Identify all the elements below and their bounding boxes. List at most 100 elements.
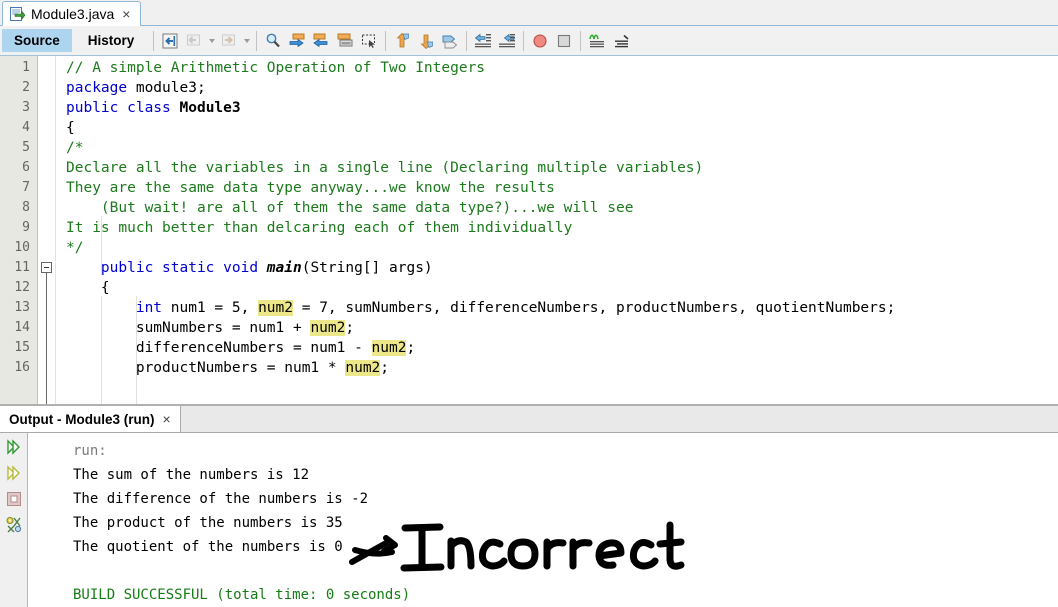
code-token: ; — [345, 320, 355, 336]
tab-source[interactable]: Source — [2, 28, 72, 53]
netbeans-ide-window: Module3.java × Source History 1 2 3 4 5 … — [0, 0, 1058, 607]
code-line[interactable]: public class Module3 — [56, 98, 1058, 118]
line-number: 9 — [22, 220, 30, 235]
stop-process-icon[interactable] — [4, 489, 24, 509]
back-icon[interactable] — [183, 30, 205, 52]
line-number: 12 — [14, 280, 30, 295]
code-token: They are the same data type anyway...we … — [66, 180, 555, 196]
code-token: It is much better than delcaring each of… — [66, 220, 573, 236]
code-fold-column — [38, 56, 56, 404]
code-line[interactable]: Declare all the variables in a single li… — [56, 158, 1058, 178]
toolbar-group-comment — [586, 30, 632, 52]
green-squiggle-icon[interactable] — [586, 30, 608, 52]
code-token: sumNumbers = num1 + — [66, 320, 311, 336]
line-number: 3 — [22, 100, 30, 115]
output-tab-label: Output - Module3 (run) — [9, 411, 155, 427]
code-line[interactable]: sumNumbers = num1 + num2; — [56, 318, 1058, 338]
view-tabs: Source History — [0, 26, 148, 55]
shift-line-right-icon[interactable] — [496, 30, 518, 52]
shift-line-left-icon[interactable] — [472, 30, 494, 52]
find-next-icon[interactable] — [310, 30, 332, 52]
uncomment-lines-icon[interactable] — [610, 30, 632, 52]
line-number: 16 — [14, 360, 30, 375]
line-number: 8 — [22, 200, 30, 215]
output-sidebar — [0, 433, 28, 607]
line-number: 2 — [22, 80, 30, 95]
line-number-gutter: 1 2 3 4 5 6 7 8 9 10 11 12 13 14 15 16 — [0, 56, 38, 404]
code-token: Module3 — [179, 100, 241, 116]
line-number: 14 — [14, 320, 30, 335]
indent-guide — [101, 296, 102, 404]
back-dropdown-icon[interactable] — [207, 30, 216, 52]
next-bookmark-icon[interactable] — [415, 30, 437, 52]
code-token: productNumbers = num1 * — [66, 360, 346, 376]
code-line[interactable]: { — [56, 278, 1058, 298]
code-token: /* — [66, 140, 84, 156]
line-number: 11 — [14, 260, 30, 275]
output-line: BUILD SUCCESSFUL (total time: 0 seconds) — [73, 587, 411, 603]
close-icon[interactable]: × — [120, 7, 132, 21]
line-number: 5 — [22, 140, 30, 155]
output-panel: Output - Module3 (run) × run: The sum of… — [0, 404, 1058, 607]
output-line: run: — [73, 443, 107, 459]
code-token: package — [66, 80, 128, 96]
code-token: { — [66, 120, 75, 136]
grey-square-icon[interactable] — [553, 30, 575, 52]
code-line[interactable]: package module3; — [56, 78, 1058, 98]
highlighted-token: num2 — [345, 360, 381, 376]
magnifier-icon[interactable] — [262, 30, 284, 52]
code-line[interactable]: int num1 = 5, num2 = 7, sumNumbers, diff… — [56, 298, 1058, 318]
code-line[interactable]: productNumbers = num1 * num2; — [56, 358, 1058, 378]
editor-tab-bar: Module3.java × — [0, 0, 1058, 26]
code-line[interactable]: (But wait! are all of them the same data… — [56, 198, 1058, 218]
code-token: // A simple Arithmetic Operation of Two … — [66, 60, 486, 76]
code-line[interactable]: public static void main(String[] args) — [56, 258, 1058, 278]
fold-toggle-icon[interactable] — [41, 262, 52, 273]
code-line[interactable]: // A simple Arithmetic Operation of Two … — [56, 58, 1058, 78]
editor-toolbar: Source History — [0, 26, 1058, 56]
last-edit-icon[interactable] — [159, 30, 181, 52]
previous-bookmark-icon[interactable] — [391, 30, 413, 52]
code-line[interactable]: They are the same data type anyway...we … — [56, 178, 1058, 198]
code-editor[interactable]: 1 2 3 4 5 6 7 8 9 10 11 12 13 14 15 16 // A simple Arit… — [0, 56, 1058, 404]
code-line[interactable]: /* — [56, 138, 1058, 158]
forward-dropdown-icon[interactable] — [242, 30, 251, 52]
toolbar-group-find — [262, 30, 380, 52]
code-token: { — [66, 280, 110, 296]
output-body: run: The sum of the numbers is 12 The diff… — [0, 433, 1058, 607]
code-line[interactable]: differenceNumbers = num1 - num2; — [56, 338, 1058, 358]
line-number: 7 — [22, 180, 30, 195]
file-tab-module3-java[interactable]: Module3.java × — [2, 1, 142, 26]
code-token: ; — [380, 360, 390, 376]
toolbar-separator — [523, 30, 525, 51]
output-text-area[interactable]: run: The sum of the numbers is 12 The diff… — [28, 433, 1058, 607]
tab-history[interactable]: History — [76, 29, 147, 53]
close-icon[interactable]: × — [160, 412, 172, 426]
rerun-icon[interactable] — [4, 437, 24, 457]
output-line: The difference of the numbers is -2 — [73, 491, 369, 507]
code-text-area[interactable]: // A simple Arithmetic Operation of Two … — [56, 56, 1058, 404]
code-token: (But wait! are all of them the same data… — [66, 200, 634, 216]
find-previous-icon[interactable] — [286, 30, 308, 52]
output-tab-module3-run[interactable]: Output - Module3 (run) × — [0, 406, 181, 433]
clear-output-icon[interactable] — [4, 515, 24, 535]
forward-icon[interactable] — [218, 30, 240, 52]
code-line[interactable]: */ — [56, 238, 1058, 258]
toolbar-group-run — [529, 30, 575, 52]
toggle-highlight-icon[interactable] — [334, 30, 356, 52]
dotted-select-icon[interactable] — [358, 30, 380, 52]
code-token: module3; — [127, 80, 206, 96]
code-token: Declare all the variables in a single li… — [66, 160, 704, 176]
rerun-alt-icon[interactable] — [4, 463, 24, 483]
code-line[interactable]: { — [56, 118, 1058, 138]
output-line: The product of the numbers is 35 — [73, 515, 343, 531]
output-tab-filler — [180, 406, 1058, 433]
line-number: 6 — [22, 160, 30, 175]
code-token: (String[] args) — [301, 260, 433, 276]
code-line[interactable]: It is much better than delcaring each of… — [56, 218, 1058, 238]
red-circle-icon[interactable] — [529, 30, 551, 52]
toolbar-separator — [580, 30, 582, 51]
toggle-bookmark-icon[interactable] — [439, 30, 461, 52]
code-token: num1 = 5, — [162, 300, 259, 316]
